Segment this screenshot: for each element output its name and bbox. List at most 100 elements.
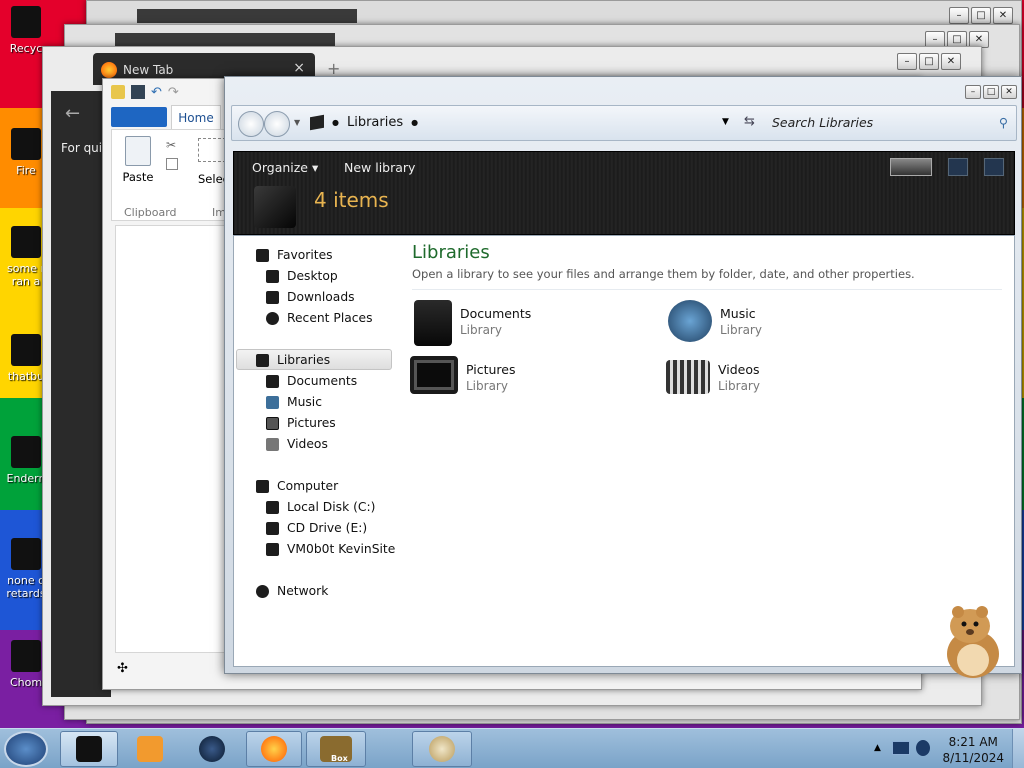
nav-item-music[interactable]: Music	[266, 395, 322, 409]
videos-icon	[266, 437, 279, 451]
nav-network[interactable]: Network	[256, 584, 328, 598]
library-item-music[interactable]: Music Library	[668, 300, 762, 342]
cut-icon[interactable]: ✂	[166, 138, 176, 152]
paste-button[interactable]: Paste	[120, 136, 156, 184]
tab-home[interactable]: Home	[171, 105, 221, 129]
navigation-pane: Favorites Desktop Downloads Recent Place…	[234, 236, 395, 666]
nav-label: VM0b0t KevinSite	[287, 542, 396, 556]
libraries-icon	[310, 114, 324, 131]
forward-button[interactable]	[264, 111, 290, 137]
nav-item-videos[interactable]: Videos	[266, 437, 328, 451]
search-input[interactable]: Search Libraries ⚲	[772, 115, 1012, 130]
firefox-icon	[261, 736, 287, 762]
nav-label: Computer	[277, 479, 339, 493]
window-controls: – □ ✕	[965, 85, 1017, 99]
divider	[412, 289, 1002, 290]
nav-computer[interactable]: Computer	[256, 479, 338, 493]
videos-icon	[666, 360, 710, 394]
nav-libraries[interactable]: Libraries	[256, 353, 330, 367]
copy-icon[interactable]	[166, 158, 178, 170]
taskbar-paint-button[interactable]	[412, 731, 472, 767]
folder-icon	[111, 85, 125, 99]
taskbar-box-button[interactable]: Box	[306, 731, 366, 767]
nav-label: Pictures	[287, 416, 336, 430]
taskbar-globe-button[interactable]	[184, 731, 240, 767]
taskbar-explorer-button[interactable]	[60, 731, 118, 767]
close-button[interactable]: ✕	[993, 7, 1013, 24]
minimize-button[interactable]: –	[949, 7, 969, 24]
close-button[interactable]: ✕	[1001, 85, 1017, 99]
nav-favorites[interactable]: Favorites	[256, 248, 333, 262]
start-button[interactable]	[4, 731, 48, 767]
tab-home-label: Home	[178, 111, 214, 125]
breadcrumb[interactable]: ● Libraries ●	[310, 114, 418, 131]
documents-icon	[266, 374, 279, 388]
minimize-button[interactable]: –	[965, 85, 981, 99]
show-desktop-button[interactable]	[1012, 729, 1024, 768]
clock[interactable]: 8:21 AM 8/11/2024	[942, 734, 1004, 766]
nav-label: Network	[277, 584, 329, 598]
desktop-icon	[266, 269, 279, 283]
system-tray: ▲	[874, 737, 934, 761]
history-dropdown-icon[interactable]: ▼	[294, 118, 300, 127]
library-item-videos[interactable]: Videos Library	[666, 356, 760, 394]
network-icon	[256, 584, 269, 598]
documents-icon	[414, 300, 452, 346]
network-tray-icon[interactable]	[892, 741, 910, 755]
tab-close-icon[interactable]: ×	[293, 60, 305, 76]
network-drive-icon	[266, 542, 279, 556]
nav-item-local-disk[interactable]: Local Disk (C:)	[266, 500, 375, 514]
maximize-button[interactable]: □	[919, 53, 939, 70]
back-arrow-icon[interactable]: ←	[65, 103, 80, 124]
cd-drive-icon	[266, 521, 279, 535]
file-menu-button[interactable]	[111, 107, 167, 127]
page-title: Libraries	[412, 242, 490, 263]
resize-icon[interactable]: ✣	[117, 661, 128, 676]
help-icon[interactable]	[984, 158, 1004, 176]
search-icon[interactable]: ⚲	[999, 115, 1008, 130]
library-item-documents[interactable]: Documents Library	[414, 300, 531, 346]
nav-item-network-drive[interactable]: VM0b0t KevinSite	[266, 542, 395, 556]
redo-icon[interactable]: ↷	[168, 85, 179, 105]
ribbon-explorer-content	[115, 225, 225, 653]
volume-tray-icon[interactable]	[916, 740, 930, 756]
nav-item-documents[interactable]: Documents	[266, 374, 357, 388]
file-icon	[11, 538, 41, 570]
nav-label: Local Disk (C:)	[287, 500, 376, 514]
nav-label: Documents	[287, 374, 358, 388]
organize-button[interactable]: Organize ▾	[252, 160, 318, 175]
nav-item-pictures[interactable]: Pictures	[266, 416, 336, 430]
save-icon[interactable]	[131, 85, 145, 99]
nav-item-cd-drive[interactable]: CD Drive (E:)	[266, 521, 367, 535]
maximize-button[interactable]: □	[971, 7, 991, 24]
breadcrumb-libraries[interactable]: Libraries	[347, 115, 403, 130]
undo-icon[interactable]: ↶	[151, 85, 162, 105]
taskbar-media-player-button[interactable]	[122, 731, 178, 767]
taskbar: Box ▲ 8:21 AM 8/11/2024	[0, 728, 1024, 768]
view-options-icon[interactable]	[890, 158, 932, 176]
clock-time: 8:21 AM	[948, 735, 998, 749]
refresh-icon[interactable]: ⇆	[744, 114, 755, 129]
address-dropdown-icon[interactable]: ▼	[722, 117, 729, 127]
music-icon	[266, 395, 279, 409]
nav-item-recent-places[interactable]: Recent Places	[266, 311, 373, 325]
nav-item-downloads[interactable]: Downloads	[266, 290, 355, 304]
libraries-icon	[76, 736, 102, 762]
close-button[interactable]: ✕	[941, 53, 961, 70]
recent-places-icon	[266, 311, 279, 325]
tray-expand-icon[interactable]: ▲	[874, 743, 881, 753]
taskbar-firefox-button[interactable]	[246, 731, 302, 767]
preview-pane-icon[interactable]	[948, 158, 968, 176]
computer-icon	[256, 479, 269, 493]
maximize-button[interactable]: □	[983, 85, 999, 99]
new-library-button[interactable]: New library	[344, 160, 415, 175]
library-item-pictures[interactable]: Pictures Library	[410, 356, 516, 394]
libraries-icon	[256, 353, 269, 367]
minimize-button[interactable]: –	[897, 53, 917, 70]
clock-date: 8/11/2024	[942, 751, 1004, 765]
hamster-pet-image[interactable]	[940, 604, 1006, 680]
nav-item-desktop[interactable]: Desktop	[266, 269, 338, 283]
page-subtitle: Open a library to see your files and arr…	[412, 267, 915, 281]
back-button[interactable]	[238, 111, 264, 137]
music-icon	[668, 300, 712, 342]
